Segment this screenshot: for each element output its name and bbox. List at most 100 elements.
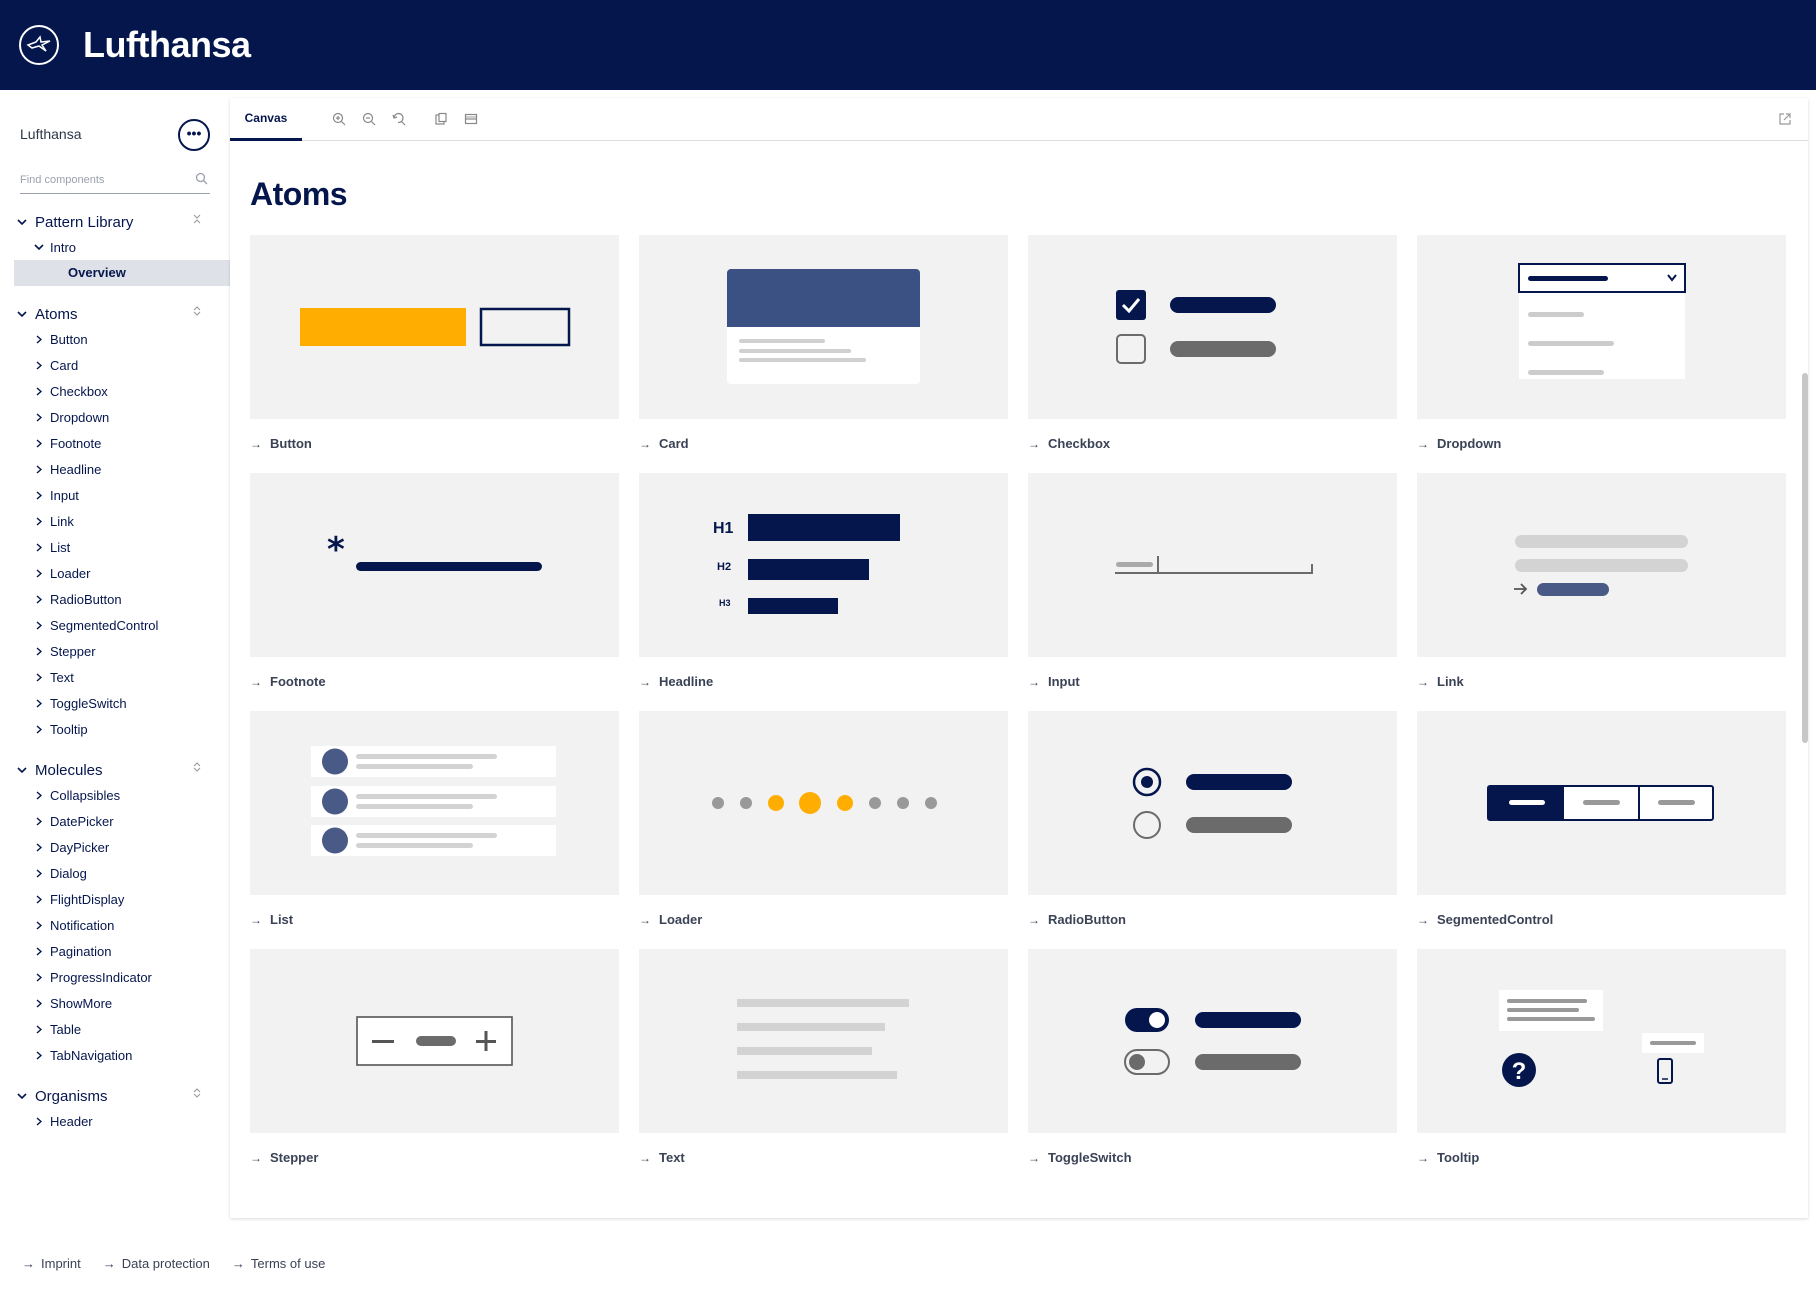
tree-item-daypicker[interactable]: DayPicker — [34, 835, 109, 859]
footer-link-data-protection[interactable]: → Data protection — [103, 1256, 210, 1271]
tree-section-2[interactable]: Molecules — [14, 758, 103, 782]
card-caption[interactable]: → Dropdown — [1417, 436, 1786, 451]
tree-item-headline[interactable]: Headline — [34, 457, 101, 481]
card-caption[interactable]: → Checkbox — [1028, 436, 1397, 451]
card-caption[interactable]: → Input — [1028, 674, 1397, 689]
tree-item-progressindicator[interactable]: ProgressIndicator — [34, 965, 152, 989]
atom-card-text[interactable]: → Text — [639, 949, 1008, 1165]
zoom-out-icon[interactable] — [354, 98, 384, 141]
tree-item-table[interactable]: Table — [34, 1017, 81, 1041]
tree-item-tabnavigation[interactable]: TabNavigation — [34, 1043, 132, 1067]
tree-item-loader[interactable]: Loader — [34, 561, 90, 585]
card-caption[interactable]: → Card — [639, 436, 1008, 451]
list-preview[interactable] — [250, 711, 619, 895]
card-caption[interactable]: → Headline — [639, 674, 1008, 689]
tree-item-dialog[interactable]: Dialog — [34, 861, 87, 885]
search-field[interactable] — [20, 170, 210, 194]
card-caption[interactable]: → RadioButton — [1028, 912, 1397, 927]
card-caption[interactable]: → Button — [250, 436, 619, 451]
zoom-in-icon[interactable] — [324, 98, 354, 141]
dropdown-preview[interactable] — [1417, 235, 1786, 419]
tree-item-input[interactable]: Input — [34, 483, 79, 507]
footnote-preview[interactable]: * — [250, 473, 619, 657]
tab-canvas[interactable]: Canvas — [230, 98, 302, 141]
tree-item-radiobutton[interactable]: RadioButton — [34, 587, 122, 611]
tooltip-icon[interactable]: ? — [1417, 949, 1786, 1133]
search-icon[interactable] — [195, 172, 208, 185]
card-caption[interactable]: → Tooltip — [1417, 1150, 1786, 1165]
tree-item-collapsibles[interactable]: Collapsibles — [34, 783, 120, 807]
stepper-preview[interactable] — [250, 949, 619, 1133]
expand-icon[interactable] — [193, 762, 201, 775]
more-options-button[interactable]: ••• — [178, 119, 210, 151]
tree-section-0[interactable]: Pattern Library — [14, 210, 133, 234]
card-caption[interactable]: → Loader — [639, 912, 1008, 927]
card-caption[interactable]: → List — [250, 912, 619, 927]
tree-item-header[interactable]: Header — [34, 1109, 93, 1133]
card-caption[interactable]: → Text — [639, 1150, 1008, 1165]
tree-item-notification[interactable]: Notification — [34, 913, 114, 937]
link-preview[interactable] — [1417, 473, 1786, 657]
text-preview[interactable] — [639, 949, 1008, 1133]
tree-section-3[interactable]: Organisms — [14, 1084, 108, 1108]
open-external-icon[interactable] — [1778, 112, 1792, 131]
atom-card-tooltip[interactable]: ? → Tooltip — [1417, 949, 1786, 1165]
atom-card-link[interactable]: → Link — [1417, 473, 1786, 689]
tree-item-datepicker[interactable]: DatePicker — [34, 809, 114, 833]
scrollbar[interactable] — [1802, 373, 1808, 743]
tree-item-intro[interactable]: Intro — [34, 235, 76, 259]
atom-card-headline[interactable]: H1 H2 H3 → Headline — [639, 473, 1008, 689]
footer-link-imprint[interactable]: → Imprint — [22, 1256, 81, 1271]
tree-item-footnote[interactable]: Footnote — [34, 431, 101, 455]
atom-card-loader[interactable]: → Loader — [639, 711, 1008, 927]
loader-preview[interactable] — [639, 711, 1008, 895]
tree-item-text[interactable]: Text — [34, 665, 74, 689]
atom-card-stepper[interactable]: → Stepper — [250, 949, 619, 1165]
tree-item-dropdown[interactable]: Dropdown — [34, 405, 109, 429]
tree-item-checkbox[interactable]: Checkbox — [34, 379, 108, 403]
atom-card-card[interactable]: → Card — [639, 235, 1008, 451]
grid-icon[interactable] — [456, 98, 486, 141]
tree-item-card[interactable]: Card — [34, 353, 78, 377]
atom-card-dropdown[interactable]: → Dropdown — [1417, 235, 1786, 451]
tree-item-showmore[interactable]: ShowMore — [34, 991, 112, 1015]
tree-section-1[interactable]: Atoms — [14, 302, 78, 326]
background-icon[interactable] — [426, 98, 456, 141]
toggle-switch-preview[interactable] — [1028, 949, 1397, 1133]
tree-item-button[interactable]: Button — [34, 327, 88, 351]
atom-card-footnote[interactable]: * → Footnote — [250, 473, 619, 689]
tree-item-pagination[interactable]: Pagination — [34, 939, 111, 963]
checkbox-preview[interactable] — [1028, 235, 1397, 419]
atom-card-radiobutton[interactable]: → RadioButton — [1028, 711, 1397, 927]
expand-icon[interactable] — [193, 306, 201, 319]
atom-card-checkbox[interactable]: → Checkbox — [1028, 235, 1397, 451]
tree-item-segmentedcontrol[interactable]: SegmentedControl — [34, 613, 158, 637]
atom-card-list[interactable]: → List — [250, 711, 619, 927]
tree-item-list[interactable]: List — [34, 535, 70, 559]
card-caption[interactable]: → ToggleSwitch — [1028, 1150, 1397, 1165]
tree-item-flightdisplay[interactable]: FlightDisplay — [34, 887, 124, 911]
atom-card-toggleswitch[interactable]: → ToggleSwitch — [1028, 949, 1397, 1165]
tree-item-tooltip[interactable]: Tooltip — [34, 717, 88, 741]
segmented-control-preview[interactable] — [1417, 711, 1786, 895]
card-caption[interactable]: → Stepper — [250, 1150, 619, 1165]
card-caption[interactable]: → Footnote — [250, 674, 619, 689]
tree-item-toggleswitch[interactable]: ToggleSwitch — [34, 691, 127, 715]
button-preview[interactable] — [250, 235, 619, 419]
card-caption[interactable]: → Link — [1417, 674, 1786, 689]
card-caption[interactable]: → SegmentedControl — [1417, 912, 1786, 927]
brand-name[interactable]: Lufthansa — [83, 24, 251, 66]
atom-card-input[interactable]: → Input — [1028, 473, 1397, 689]
input-preview[interactable] — [1028, 473, 1397, 657]
tree-item-overview[interactable]: Overview — [14, 260, 230, 286]
search-input[interactable] — [20, 174, 180, 186]
atom-card-segmentedcontrol[interactable]: → SegmentedControl — [1417, 711, 1786, 927]
footer-link-terms[interactable]: → Terms of use — [232, 1256, 325, 1271]
tree-item-stepper[interactable]: Stepper — [34, 639, 96, 663]
headline-preview[interactable]: H1 H2 H3 — [639, 473, 1008, 657]
radio-button-preview[interactable] — [1028, 711, 1397, 895]
zoom-reset-icon[interactable] — [384, 98, 414, 141]
expand-icon[interactable] — [193, 1088, 201, 1101]
crane-logo-icon[interactable] — [19, 25, 59, 65]
tree-item-link[interactable]: Link — [34, 509, 74, 533]
